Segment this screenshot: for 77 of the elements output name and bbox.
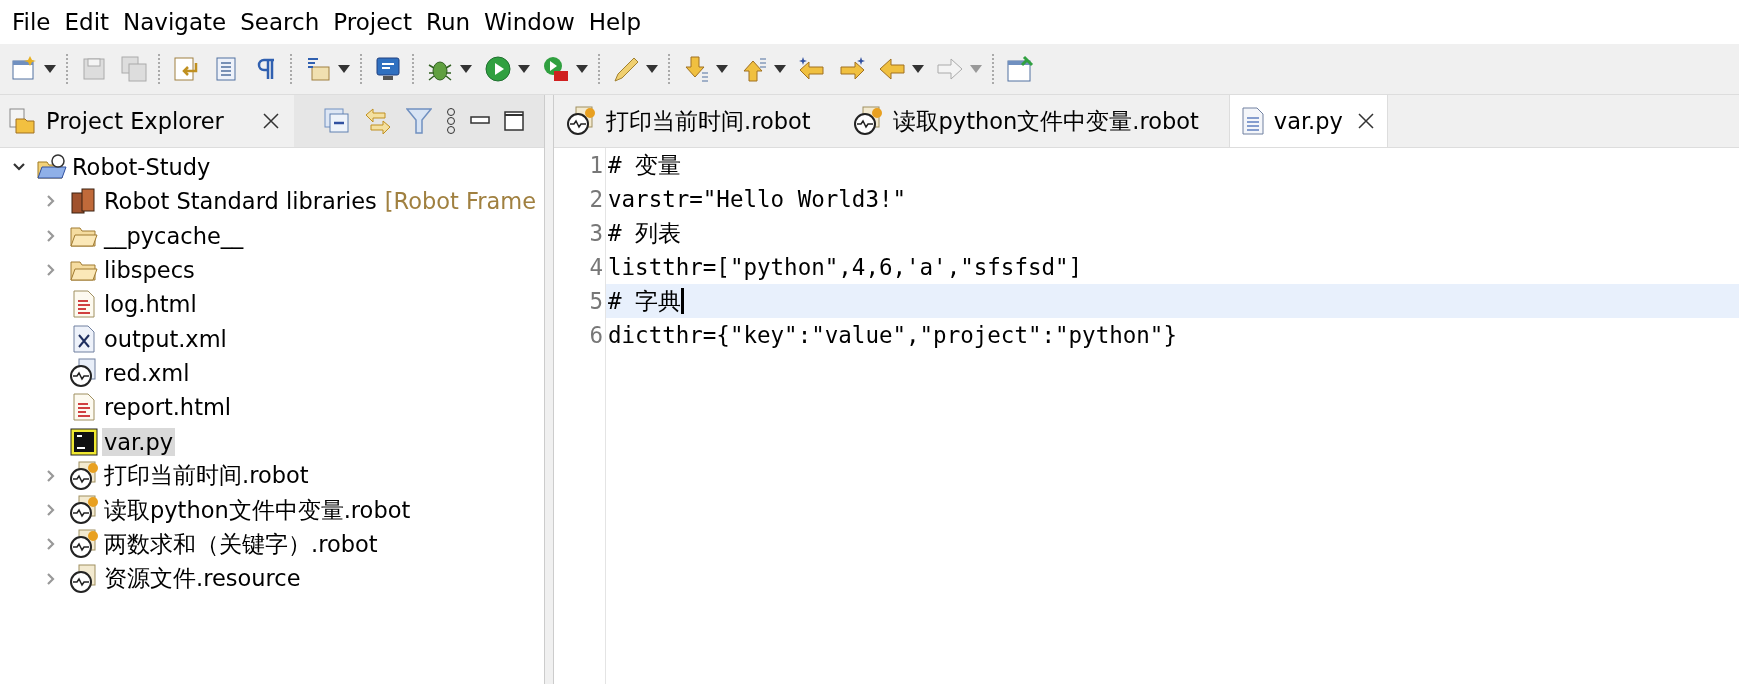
tree-item[interactable]: 读取python文件中变量.robot — [102, 493, 413, 527]
explorer-icon — [8, 107, 36, 135]
close-icon[interactable] — [262, 112, 280, 130]
robot-file-icon — [69, 563, 99, 594]
tree-item[interactable]: Robot-Study — [70, 153, 213, 182]
menu-item[interactable]: Navigate — [117, 5, 233, 39]
tree-item[interactable]: 资源文件.resource — [102, 562, 303, 596]
editor-tab[interactable]: 读取python文件中变量.robot — [840, 95, 1229, 147]
code-line: # 列表 — [608, 218, 682, 248]
code-line: listthr=["python",4,6,'a',"sfsfsd"] — [608, 254, 1083, 280]
robot-file-icon — [69, 529, 99, 560]
folder-icon — [70, 259, 98, 282]
project-folder-icon — [36, 154, 68, 181]
text-file-icon — [1241, 107, 1264, 135]
books-icon — [70, 187, 98, 216]
more-icon[interactable] — [446, 107, 456, 135]
play-icon[interactable] — [484, 55, 512, 83]
tree-item[interactable]: 打印当前时间.robot — [102, 459, 311, 493]
tree-item-detail: [Robot Frame — [384, 188, 537, 215]
tree-item[interactable]: var.py — [102, 427, 176, 456]
back-arrow-icon[interactable] — [878, 55, 906, 83]
menu-item[interactable]: Window — [478, 5, 581, 39]
monitor-icon[interactable] — [374, 55, 402, 83]
robot-file-icon — [852, 106, 883, 136]
minimize-icon[interactable] — [470, 116, 490, 126]
tree-item[interactable]: __pycache__ — [102, 221, 246, 250]
menu-item[interactable]: Edit — [58, 5, 116, 39]
menu-item[interactable]: Run — [419, 5, 477, 39]
editor-tab[interactable]: var.py — [1228, 95, 1388, 147]
dropdown-caret-icon[interactable] — [44, 65, 56, 73]
robot-file-icon — [566, 106, 596, 136]
robot-config-icon — [69, 357, 99, 388]
dropdown-caret-icon[interactable] — [646, 65, 658, 73]
tree-item[interactable]: red.xml — [102, 358, 192, 387]
pin-window-icon[interactable] — [1006, 55, 1034, 83]
down-arrow-icon[interactable] — [682, 55, 710, 83]
collapse-all-icon[interactable] — [324, 108, 350, 134]
run-toolbox-icon[interactable] — [542, 55, 570, 83]
dropdown-caret-icon[interactable] — [518, 65, 530, 73]
maximize-icon[interactable] — [504, 111, 524, 131]
close-icon[interactable] — [1356, 112, 1375, 130]
dropdown-caret-icon[interactable] — [774, 65, 786, 73]
code-line: dictthr={"key":"value","project":"python"} — [608, 322, 1177, 348]
link-arrows-icon[interactable] — [364, 107, 392, 135]
dropdown-caret-icon[interactable] — [912, 65, 924, 73]
view-tab[interactable]: Project Explorer — [0, 95, 294, 147]
import-icon[interactable] — [172, 55, 200, 83]
pen-icon[interactable] — [612, 55, 640, 83]
html-file-icon — [73, 290, 95, 319]
dropdown-caret-icon[interactable] — [338, 65, 350, 73]
dropdown-caret-icon[interactable] — [576, 65, 588, 73]
view-title: Project Explorer — [46, 108, 225, 134]
python-file-icon — [70, 427, 98, 456]
robot-file-icon — [69, 460, 99, 491]
tree-item[interactable]: 两数求和（关键字）.robot — [102, 527, 380, 561]
tree-item[interactable]: libspecs — [102, 256, 197, 285]
folder-icon — [70, 224, 98, 247]
tree-item[interactable]: report.html — [102, 393, 234, 422]
menu-item[interactable]: File — [6, 5, 57, 39]
editor-tab[interactable]: 打印当前时间.robot — [554, 95, 841, 147]
xml-file-icon — [73, 324, 95, 353]
code-line: varstr="Hello World3!" — [608, 186, 906, 212]
menu-item[interactable]: Project — [327, 5, 418, 39]
code-line: # 变量 — [608, 150, 682, 180]
menu-item[interactable]: Search — [234, 5, 326, 39]
html-file-icon — [73, 393, 95, 422]
dropdown-caret-icon[interactable] — [716, 65, 728, 73]
code-line: # 字典 — [608, 286, 682, 316]
tree-item[interactable]: log.html — [102, 290, 199, 319]
up-arrow-icon[interactable] — [740, 55, 768, 83]
filter-icon[interactable] — [406, 107, 432, 135]
dropdown-caret-icon[interactable] — [460, 65, 472, 73]
tree-item[interactable]: Robot Standard libraries — [102, 187, 379, 216]
menu-item[interactable]: Help — [582, 5, 648, 39]
tree-item[interactable]: output.xml — [102, 324, 229, 353]
text-cursor — [681, 288, 685, 314]
robot-file-icon — [69, 495, 99, 526]
